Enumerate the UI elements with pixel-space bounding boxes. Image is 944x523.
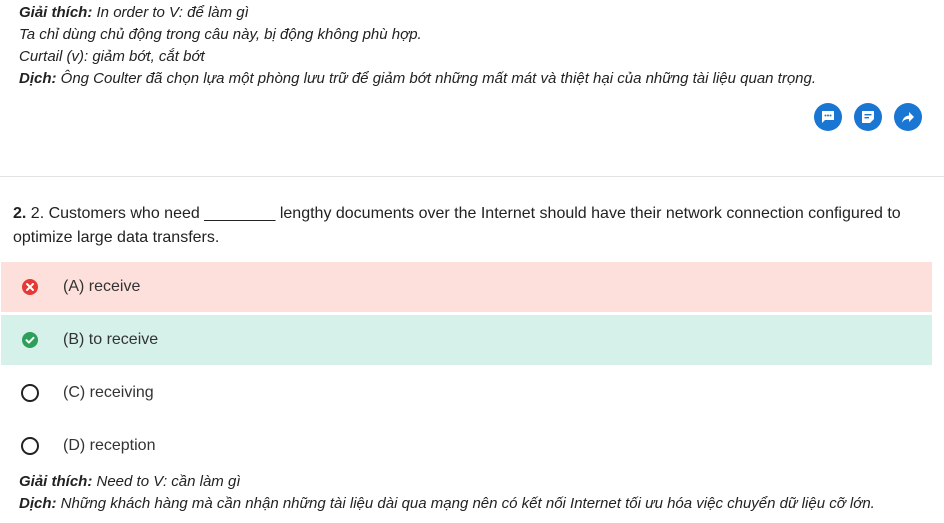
share-button[interactable]	[894, 103, 922, 131]
option-label: (A) receive	[63, 278, 141, 295]
explanation-text: In order to V: để làm gì	[92, 4, 249, 21]
translation-line: Dịch: Ông Coulter đã chọn lựa một phòng …	[19, 68, 939, 90]
explanation-line: Giải thích: In order to V: để làm gì	[19, 2, 939, 24]
explanation-label: Giải thích:	[19, 473, 93, 490]
note-button[interactable]	[854, 103, 882, 131]
translation-label: Dịch:	[19, 70, 57, 87]
explanation-line: Curtail (v): giảm bớt, cắt bớt	[19, 48, 205, 65]
translation-text: Những khách hàng mà cần nhận những tài l…	[56, 495, 875, 512]
comment-button[interactable]	[814, 103, 842, 131]
translation-line: Dịch: Những khách hàng mà cần nhận những…	[19, 493, 939, 515]
radio-icon	[21, 437, 39, 455]
share-icon	[902, 112, 914, 123]
translation-label: Dịch:	[19, 495, 57, 512]
option-c[interactable]: (C) receiving	[1, 368, 932, 418]
question-body: 2. Customers who need ________ lengthy d…	[13, 205, 901, 246]
section-divider	[0, 176, 944, 177]
option-label: (C) receiving	[63, 384, 154, 401]
answer-options: (A) receive (B) to receive (C) receiving…	[1, 262, 932, 474]
option-a[interactable]: (A) receive	[1, 262, 932, 312]
note-icon	[862, 111, 874, 123]
explanation-line: Giải thích: Need to V: cần làm gì	[19, 471, 939, 493]
option-b[interactable]: (B) to receive	[1, 315, 932, 365]
explanation-line: Ta chỉ dùng chủ động trong câu này, bị đ…	[19, 26, 422, 43]
wrong-icon	[21, 278, 39, 296]
option-label: (D) reception	[63, 437, 156, 454]
question-text: 2. 2. Customers who need ________ length…	[13, 202, 913, 250]
comment-icon	[822, 111, 834, 123]
explanation-text: Need to V: cần làm gì	[92, 473, 241, 490]
top-explanation: Giải thích: In order to V: để làm gì Ta …	[19, 2, 939, 90]
action-buttons	[814, 103, 922, 131]
radio-icon	[21, 384, 39, 402]
check-icon	[21, 331, 39, 349]
explanation-label: Giải thích:	[19, 4, 93, 21]
option-d[interactable]: (D) reception	[1, 421, 932, 471]
bottom-explanation: Giải thích: Need to V: cần làm gì Dịch: …	[19, 471, 939, 515]
question-number: 2.	[13, 205, 27, 222]
translation-text: Ông Coulter đã chọn lựa một phòng lưu tr…	[56, 70, 817, 87]
option-label: (B) to receive	[63, 331, 159, 348]
